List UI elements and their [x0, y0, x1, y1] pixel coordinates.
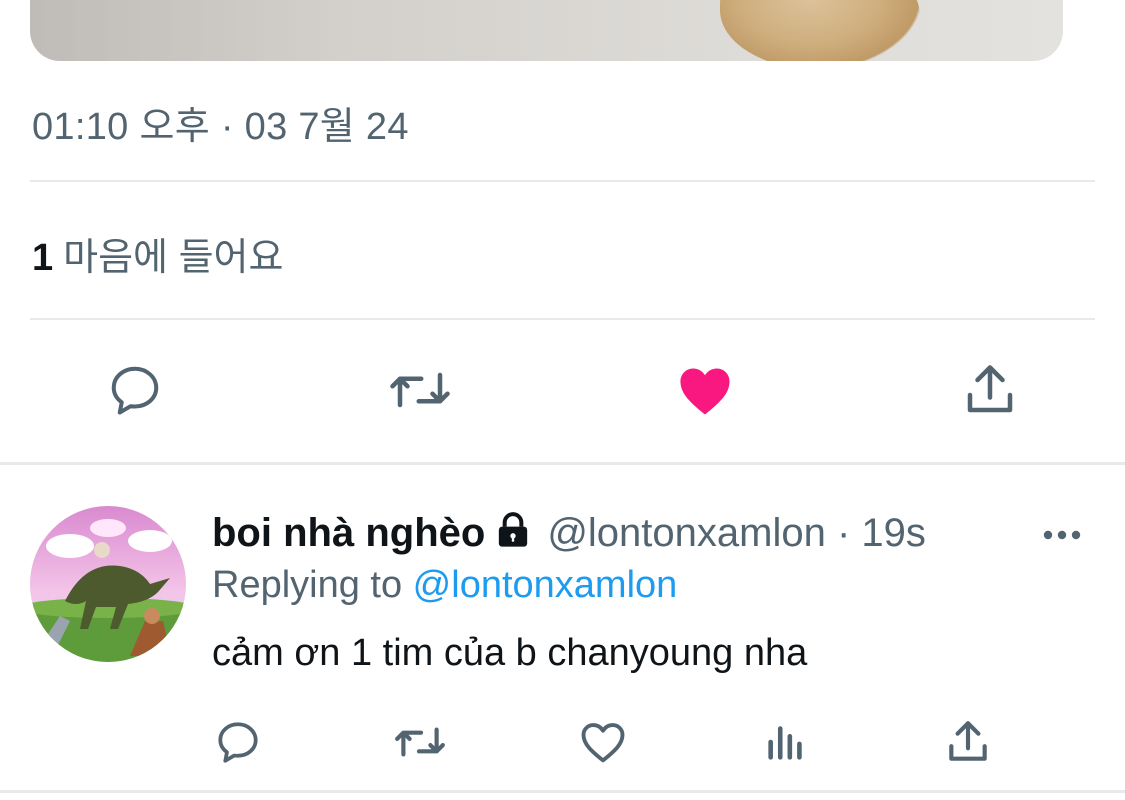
- reply-display-name[interactable]: boi nhà nghèo: [212, 511, 485, 555]
- likes-label: 마음에 들어요: [63, 237, 284, 279]
- like-icon: [581, 723, 625, 763]
- reply-action-bar: [0, 712, 1125, 772]
- reply-retweet-button[interactable]: [392, 712, 448, 772]
- reply-like-button[interactable]: [575, 712, 631, 772]
- more-icon: [1043, 530, 1081, 540]
- thread-divider: [0, 462, 1125, 465]
- reply-button[interactable]: [100, 355, 170, 425]
- reply-share-button[interactable]: [940, 712, 996, 772]
- like-button[interactable]: [670, 355, 740, 425]
- reply-icon: [111, 366, 159, 415]
- bottom-divider: [0, 790, 1125, 793]
- likes-summary[interactable]: 1 마음에 들어요: [32, 226, 283, 281]
- more-options-button[interactable]: [1040, 515, 1084, 555]
- tweet-action-bar: [0, 355, 1125, 425]
- reply-avatar[interactable]: [30, 506, 186, 662]
- tweet-timestamp: 01:10 오후 · 03 7월 24: [32, 106, 409, 148]
- retweet-icon: [395, 727, 445, 757]
- reply-handle[interactable]: @lontonxamlon: [547, 511, 826, 555]
- share-icon: [949, 721, 987, 761]
- reply-reply-button[interactable]: [210, 712, 266, 772]
- divider-top: [30, 180, 1095, 182]
- likes-count: 1: [32, 237, 54, 279]
- media-powder-blob: [720, 0, 920, 61]
- replying-to: Replying to @lontonxamlon: [212, 564, 677, 607]
- reply-icon: [218, 722, 258, 763]
- avatar-image: [30, 506, 186, 662]
- replying-mention[interactable]: @lontonxamlon: [413, 564, 678, 606]
- like-icon: [680, 368, 730, 415]
- lock-icon: [493, 510, 533, 560]
- share-icon: [967, 365, 1013, 413]
- tweet-media-image[interactable]: [30, 0, 1063, 61]
- retweet-button[interactable]: [385, 355, 455, 425]
- reply-analytics-button[interactable]: [758, 712, 814, 772]
- reply-header: boi nhà nghèo @lontonxamlon · 19s: [212, 510, 926, 560]
- divider-middle: [30, 318, 1095, 320]
- reply-text: cảm ơn 1 tim của b chanyoung nha: [212, 632, 808, 674]
- reply-time-separator: ·: [825, 511, 862, 555]
- analytics-icon: [768, 726, 802, 760]
- share-button[interactable]: [955, 355, 1025, 425]
- retweet-icon: [390, 372, 450, 408]
- replying-prefix: Replying to: [212, 564, 413, 606]
- reply-time[interactable]: 19s: [861, 511, 926, 555]
